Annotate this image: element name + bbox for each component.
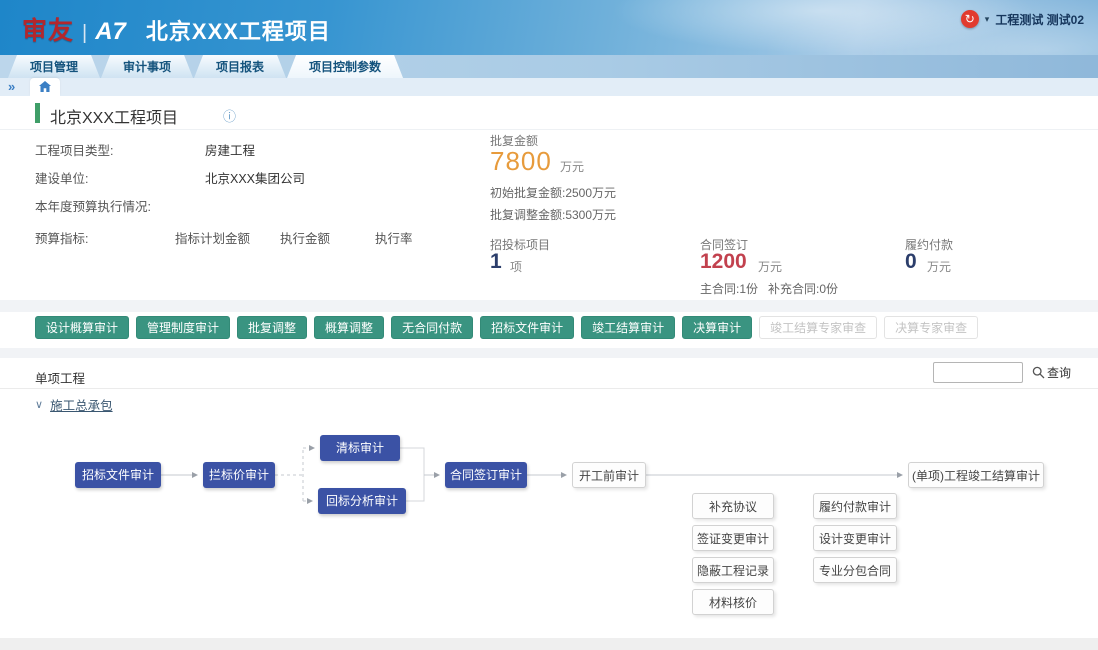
payment-value: 0 <box>905 250 917 274</box>
page-footer <box>0 638 1098 650</box>
main-content: 北京XXX工程项目 ⓘ 工程项目类型: 房建工程 建设单位: 北京XXX集团公司… <box>0 96 1098 638</box>
single-project-search-input[interactable] <box>933 362 1023 383</box>
flow-bid-ceiling-price-audit[interactable]: 拦标价审计 <box>203 462 275 488</box>
section-divider <box>0 300 1098 312</box>
budget-col-execution-rate: 执行率 <box>375 228 413 247</box>
flow-hidden-works-record[interactable]: 隐蔽工程记录 <box>692 557 774 583</box>
single-project-label: 单项工程 <box>35 368 85 387</box>
flow-connectors <box>0 415 1098 638</box>
contract-value: 1200 <box>700 250 747 274</box>
project-title-row: 北京XXX工程项目 ⓘ <box>0 96 1098 130</box>
product-name: A7 <box>95 18 126 46</box>
home-icon <box>39 81 51 92</box>
payment-unit: 万元 <box>927 258 951 275</box>
search-button-label: 查询 <box>1047 364 1071 381</box>
tab-audit-matters[interactable]: 审计事项 <box>101 55 193 78</box>
budget-row-label: 预算指标: <box>35 228 88 247</box>
flow-bid-return-analysis-audit[interactable]: 回标分析审计 <box>318 488 406 514</box>
refresh-icon[interactable]: ↻ <box>961 10 979 28</box>
chevron-down-icon: ∨ <box>35 398 43 411</box>
nav-tab-bar: 项目管理 审计事项 项目报表 项目控制参数 <box>0 55 1098 78</box>
brand-logo: 审友 <box>22 11 74 47</box>
search-button[interactable]: 查询 <box>1032 364 1071 381</box>
initial-approved-line: 初始批复金额:2500万元 <box>490 184 616 201</box>
flow-bid-clearing-audit[interactable]: 清标审计 <box>320 435 400 461</box>
flow-material-price-verification[interactable]: 材料核价 <box>692 589 774 615</box>
user-area: ↻ ▾ 工程测试 测试02 <box>961 10 1084 28</box>
adjusted-approved-line: 批复调整金额:5300万元 <box>490 206 616 223</box>
bidding-value: 1 <box>490 250 502 274</box>
info-icon[interactable]: ⓘ <box>223 106 236 125</box>
audit-flowchart: 招标文件审计 拦标价审计 清标审计 回标分析审计 合同签订审计 开工前审计 (单… <box>0 415 1098 638</box>
flow-unit-completion-settlement-audit[interactable]: (单项)工程竣工结算审计 <box>908 462 1044 488</box>
tab-project-control-params[interactable]: 项目控制参数 <box>287 55 403 78</box>
group-general-contracting[interactable]: ∨ 施工总承包 <box>35 395 113 414</box>
action-no-contract-payment[interactable]: 无合同付款 <box>391 316 473 339</box>
user-name: 工程测试 测试02 <box>995 11 1084 28</box>
action-management-system-audit[interactable]: 管理制度审计 <box>136 316 230 339</box>
flow-pre-construction-audit[interactable]: 开工前审计 <box>572 462 646 488</box>
page-title: 北京XXX工程项目 <box>50 104 178 128</box>
action-completion-settlement-expert-review: 竣工结算专家审查 <box>759 316 877 339</box>
contract-detail-supplement: 补充合同:0份 <box>768 280 838 297</box>
field-label-project-type: 工程项目类型: <box>35 140 113 159</box>
field-value-construction-unit: 北京XXX集团公司 <box>205 168 305 187</box>
action-design-estimate-audit[interactable]: 设计概算审计 <box>35 316 129 339</box>
brand-area: 审友 | A7 北京XXX工程项目 <box>22 11 331 47</box>
group-link-label: 施工总承包 <box>50 395 113 414</box>
field-label-construction-unit: 建设单位: <box>35 168 88 187</box>
divider-line <box>0 388 1098 389</box>
flow-supplementary-agreement[interactable]: 补充协议 <box>692 493 774 519</box>
app-header: 审友 | A7 北京XXX工程项目 ↻ ▾ 工程测试 测试02 <box>0 0 1098 55</box>
flow-contract-signing-audit[interactable]: 合同签订审计 <box>445 462 527 488</box>
title-accent-bar <box>35 103 40 123</box>
action-completion-settlement-audit[interactable]: 竣工结算审计 <box>581 316 675 339</box>
action-estimate-adjustment[interactable]: 概算调整 <box>314 316 384 339</box>
bidding-unit: 项 <box>510 258 522 275</box>
flow-visa-change-audit[interactable]: 签证变更审计 <box>692 525 774 551</box>
contract-unit: 万元 <box>758 258 782 275</box>
budget-col-executed-amount: 执行金额 <box>280 228 330 247</box>
action-approval-adjustment[interactable]: 批复调整 <box>237 316 307 339</box>
expand-icon[interactable]: » <box>8 79 15 94</box>
tab-project-reports[interactable]: 项目报表 <box>194 55 286 78</box>
flow-specialty-subcontract[interactable]: 专业分包合同 <box>813 557 897 583</box>
home-tab[interactable] <box>30 78 60 96</box>
tab-project-management[interactable]: 项目管理 <box>8 55 100 78</box>
flow-bid-document-audit[interactable]: 招标文件审计 <box>75 462 161 488</box>
field-label-budget-execution: 本年度预算执行情况: <box>35 196 151 215</box>
action-bid-document-audit[interactable]: 招标文件审计 <box>480 316 574 339</box>
search-icon <box>1032 366 1045 379</box>
flow-performance-payment-audit[interactable]: 履约付款审计 <box>813 493 897 519</box>
header-project-title: 北京XXX工程项目 <box>146 14 331 46</box>
audit-action-bar: 设计概算审计 管理制度审计 批复调整 概算调整 无合同付款 招标文件审计 竣工结… <box>35 316 978 339</box>
budget-col-plan-amount: 指标计划金额 <box>175 228 250 247</box>
action-final-account-expert-review: 决算专家审查 <box>884 316 978 339</box>
breadcrumb-row: » <box>0 78 1098 96</box>
section-divider <box>0 348 1098 358</box>
contract-detail-main: 主合同:1份 <box>700 280 758 297</box>
approved-amount-unit: 万元 <box>560 158 584 175</box>
app-window: 审友 | A7 北京XXX工程项目 ↻ ▾ 工程测试 测试02 项目管理 审计事… <box>0 0 1098 650</box>
field-value-project-type: 房建工程 <box>205 140 255 159</box>
flow-design-change-audit[interactable]: 设计变更审计 <box>813 525 897 551</box>
logo-separator: | <box>82 22 87 45</box>
caret-down-icon[interactable]: ▾ <box>985 14 990 25</box>
approved-amount-value: 7800 <box>490 146 552 177</box>
action-final-account-audit[interactable]: 决算审计 <box>682 316 752 339</box>
